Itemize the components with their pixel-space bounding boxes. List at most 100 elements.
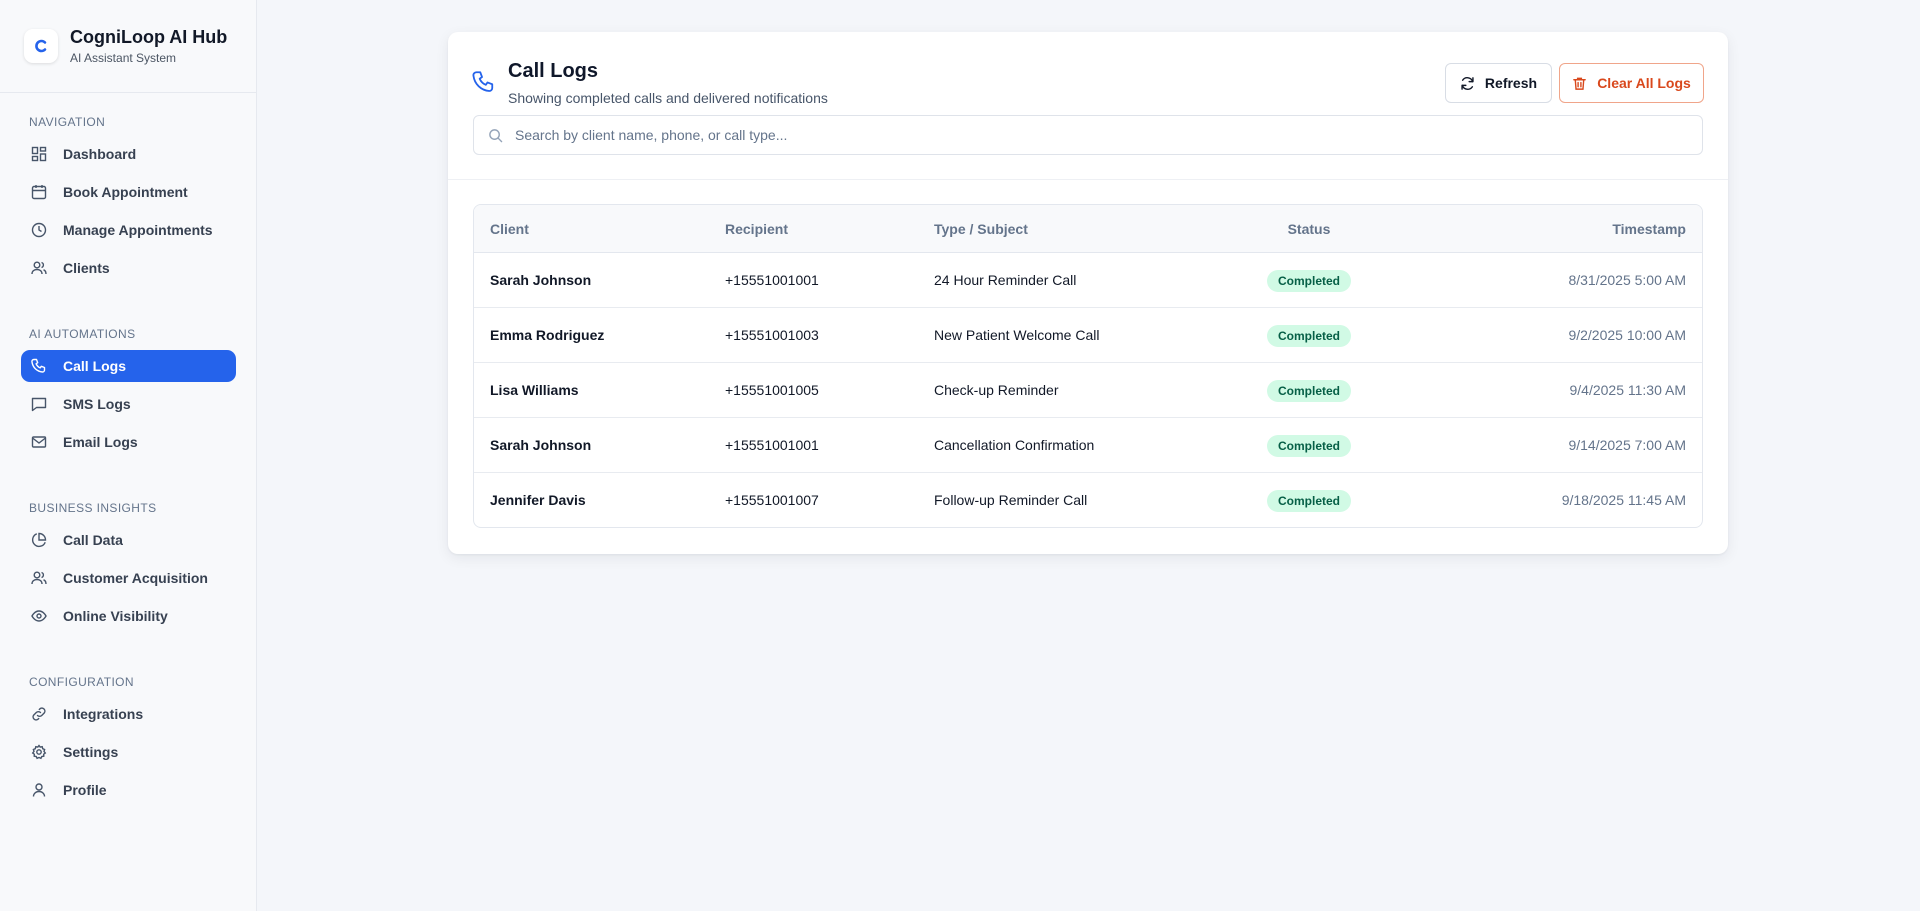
brand-logo[interactable] (24, 29, 58, 63)
table-row[interactable]: Jennifer Davis +15551001007 Follow-up Re… (474, 473, 1702, 527)
nav-heading: NAVIGATION (29, 115, 106, 129)
call-logs-card: Call Logs Showing completed calls and de… (448, 32, 1728, 554)
sidebar-item-label: Call Data (63, 532, 123, 548)
nav-section-configuration: CONFIGURATION Integrations Settings Prof… (0, 672, 257, 806)
sidebar-item-label: Call Logs (63, 358, 127, 374)
cell-recipient: +15551001001 (725, 437, 819, 453)
clock-icon (31, 222, 47, 238)
cell-client: Emma Rodriguez (490, 327, 605, 343)
page-title: Call Logs (508, 60, 599, 82)
nav-heading: BUSINESS INSIGHTS (29, 501, 157, 515)
sidebar-item-settings[interactable]: Settings (21, 736, 236, 768)
gear-icon (31, 744, 47, 760)
column-header-status[interactable]: Status (1124, 205, 1494, 253)
mail-icon (31, 434, 47, 450)
table-row[interactable]: Sarah Johnson +15551001001 Cancellation … (474, 418, 1702, 473)
users-icon (31, 570, 47, 586)
column-header-timestamp[interactable]: Timestamp (1612, 205, 1686, 253)
table-row[interactable]: Lisa Williams +15551001005 Check-up Remi… (474, 363, 1702, 418)
user-icon (31, 782, 47, 798)
sidebar-item-label: Manage Appointments (63, 222, 213, 238)
column-header-client[interactable]: Client (490, 205, 529, 253)
sidebar-item-label: Book Appointment (63, 184, 188, 200)
sidebar-item-manage-appointments[interactable]: Manage Appointments (21, 214, 236, 246)
cell-client: Jennifer Davis (490, 492, 586, 508)
card-header: Call Logs Showing completed calls and de… (448, 32, 1728, 180)
cell-client: Sarah Johnson (490, 272, 592, 288)
cell-client: Sarah Johnson (490, 437, 592, 453)
page-subtitle: Showing completed calls and delivered no… (508, 90, 828, 106)
phone-icon (31, 358, 47, 374)
cell-timestamp: 9/4/2025 11:30 AM (1569, 382, 1687, 398)
search-icon (488, 128, 503, 143)
cell-timestamp: 9/14/2025 7:00 AM (1568, 437, 1686, 453)
column-header-recipient[interactable]: Recipient (725, 205, 788, 253)
cell-timestamp: 9/18/2025 11:45 AM (1561, 492, 1686, 508)
brand: CogniLoop AI Hub AI Assistant System (0, 0, 256, 93)
sidebar-item-label: Online Visibility (63, 608, 168, 624)
cell-client: Lisa Williams (490, 382, 579, 398)
sidebar-item-book-appointment[interactable]: Book Appointment (21, 176, 236, 208)
sidebar-item-email-logs[interactable]: Email Logs (21, 426, 236, 458)
sidebar-item-call-logs[interactable]: Call Logs (21, 350, 236, 382)
column-header-type[interactable]: Type / Subject (934, 205, 1028, 253)
clear-all-logs-label: Clear All Logs (1597, 75, 1691, 91)
cell-type: Check-up Reminder (934, 382, 1059, 398)
cell-type: Cancellation Confirmation (934, 437, 1095, 453)
logo-icon (35, 39, 47, 53)
sidebar-item-dashboard[interactable]: Dashboard (21, 138, 236, 170)
status-badge: Completed (1266, 325, 1351, 348)
table-header: Client Recipient Type / Subject Status T… (474, 205, 1702, 253)
status-badge: Completed (1266, 435, 1351, 458)
cell-status: Completed (1124, 308, 1494, 363)
sidebar-item-profile[interactable]: Profile (21, 774, 236, 806)
grid-icon (31, 146, 47, 162)
phone-icon (472, 70, 496, 99)
call-logs-table: Client Recipient Type / Subject Status T… (473, 204, 1703, 528)
trash-icon (1572, 76, 1597, 91)
clear-all-logs-button[interactable]: Clear All Logs (1559, 63, 1704, 103)
status-badge: Completed (1266, 380, 1351, 403)
sidebar-item-label: Customer Acquisition (63, 570, 208, 586)
cell-timestamp: 9/2/2025 10:00 AM (1568, 327, 1686, 343)
brand-subtitle: AI Assistant System (70, 51, 177, 65)
nav-section-business-insights: BUSINESS INSIGHTS Call Data Customer Acq… (0, 498, 257, 632)
cell-recipient: +15551001001 (725, 272, 819, 288)
nav-heading: AI AUTOMATIONS (29, 327, 136, 341)
sidebar-item-label: Settings (63, 744, 119, 760)
refresh-icon (1460, 76, 1485, 91)
eye-icon (31, 608, 47, 624)
pie-chart-icon (31, 532, 47, 548)
table-row[interactable]: Sarah Johnson +15551001001 24 Hour Remin… (474, 253, 1702, 308)
users-icon (31, 260, 47, 276)
status-badge: Completed (1266, 270, 1351, 293)
cell-timestamp: 8/31/2025 5:00 AM (1568, 272, 1686, 288)
cell-type: Follow-up Reminder Call (934, 492, 1088, 508)
link-icon (31, 706, 47, 722)
sidebar-item-call-data[interactable]: Call Data (21, 524, 236, 556)
sidebar-item-online-visibility[interactable]: Online Visibility (21, 600, 236, 632)
cell-status: Completed (1124, 418, 1494, 473)
sidebar-item-label: Clients (63, 260, 110, 276)
sidebar-item-clients[interactable]: Clients (21, 252, 236, 284)
search-input[interactable] (515, 127, 1665, 143)
sidebar-item-label: Email Logs (63, 434, 138, 450)
nav-section-navigation: NAVIGATION Dashboard Book Appointment Ma… (0, 112, 257, 284)
cell-type: New Patient Welcome Call (934, 327, 1100, 343)
sidebar-item-sms-logs[interactable]: SMS Logs (21, 388, 236, 420)
sidebar: CogniLoop AI Hub AI Assistant System NAV… (0, 0, 257, 911)
table-row[interactable]: Emma Rodriguez +15551001003 New Patient … (474, 308, 1702, 363)
sidebar-item-label: Profile (63, 782, 107, 798)
message-icon (31, 396, 47, 412)
cell-type: 24 Hour Reminder Call (934, 272, 1077, 288)
sidebar-item-customer-acquisition[interactable]: Customer Acquisition (21, 562, 236, 594)
sidebar-item-label: SMS Logs (63, 396, 131, 412)
cell-status: Completed (1124, 253, 1494, 308)
nav-heading: CONFIGURATION (29, 675, 134, 689)
nav-section-ai-automations: AI AUTOMATIONS Call Logs SMS Logs Email … (0, 324, 257, 458)
refresh-button[interactable]: Refresh (1445, 63, 1552, 103)
cell-status: Completed (1124, 473, 1494, 527)
sidebar-item-label: Dashboard (63, 146, 137, 162)
search-bar (473, 115, 1703, 155)
sidebar-item-integrations[interactable]: Integrations (21, 698, 236, 730)
